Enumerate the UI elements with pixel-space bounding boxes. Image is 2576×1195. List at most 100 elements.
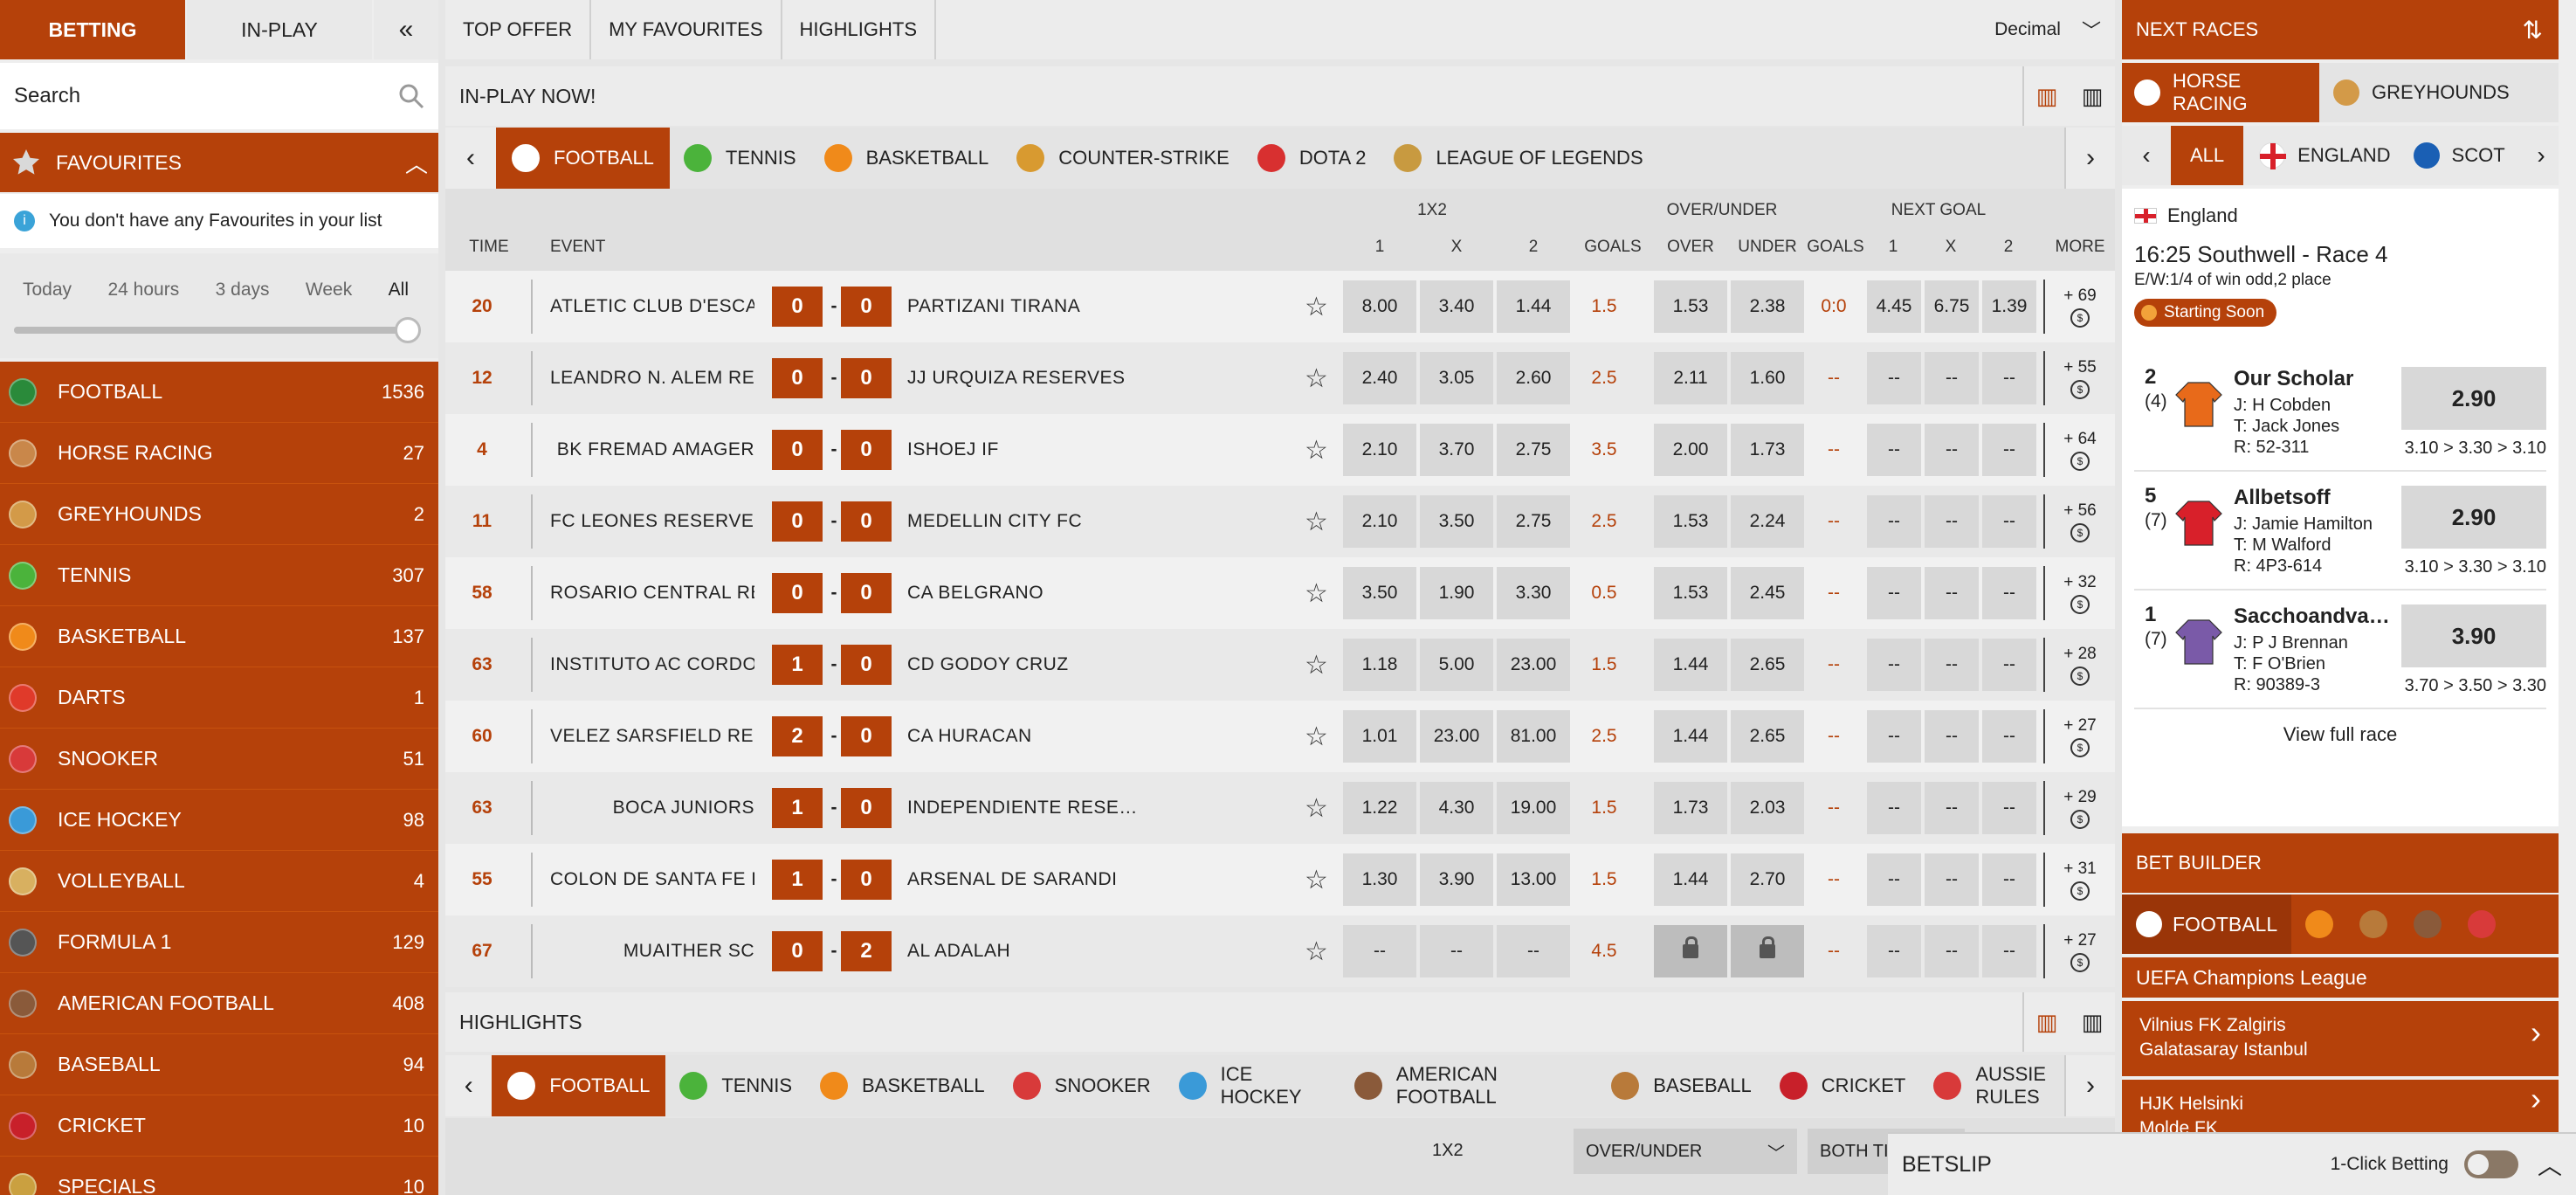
odds-button-under[interactable]: 2.45 <box>1731 567 1804 619</box>
runner-name[interactable]: Our Scholar <box>2234 367 2353 391</box>
sport-tab[interactable]: DOTA 2 <box>1243 128 1381 189</box>
one-click-toggle[interactable] <box>2463 1150 2518 1178</box>
time-slider[interactable] <box>14 317 421 343</box>
home-team[interactable]: ROSARIO CENTRAL RE… <box>550 583 754 604</box>
home-team[interactable]: FC LEONES RESERVES <box>550 511 754 532</box>
more-markets-button[interactable]: + 32 $ <box>2054 572 2106 614</box>
next-goal-odds-ngx[interactable]: -- <box>1925 782 1979 834</box>
home-team[interactable]: MUAITHER SC <box>550 941 754 962</box>
odds-button-over[interactable]: 1.44 <box>1654 639 1727 691</box>
runner-name[interactable]: Allbetsoff <box>2234 486 2331 510</box>
away-team[interactable]: ISHOEJ IF <box>907 439 1169 460</box>
more-markets-button[interactable]: + 55 $ <box>2054 357 2106 399</box>
odds-button-o1[interactable]: 1.18 <box>1343 639 1416 691</box>
sport-tab[interactable]: COUNTER-STRIKE <box>1002 128 1243 189</box>
betslip-bar[interactable]: BETSLIP 1-Click Betting ︿ <box>1888 1132 2576 1195</box>
tab-highlights[interactable]: HIGHLIGHTS <box>782 0 937 59</box>
odds-button-o2[interactable]: 23.00 <box>1497 639 1570 691</box>
sport-tab[interactable]: CRICKET <box>1766 1055 1920 1116</box>
sidebar-item-sport[interactable]: ICE HOCKEY 98 <box>0 790 438 851</box>
sport-tab[interactable]: BASKETBALL <box>810 128 1003 189</box>
away-team[interactable]: MEDELLIN CITY FC <box>907 511 1169 532</box>
time-filter-3[interactable]: Week <box>306 280 352 300</box>
odds-button-o2[interactable]: 1.44 <box>1497 280 1570 333</box>
sidebar-item-sport[interactable]: BASKETBALL 137 <box>0 606 438 667</box>
home-team[interactable]: COLON DE SANTA FE R… <box>550 869 754 890</box>
chevron-left-icon[interactable]: ‹ <box>2122 142 2171 169</box>
grid-view-icon[interactable]: ▥ <box>2082 1009 2104 1036</box>
favourite-star-icon[interactable]: ☆ <box>1305 936 1328 967</box>
list-view-icon[interactable]: ▥ <box>2036 1009 2058 1036</box>
view-full-race-link[interactable]: View full race <box>2122 723 2559 746</box>
runner-price-button[interactable]: 2.90 <box>2401 486 2546 549</box>
basketball-icon[interactable] <box>2305 910 2334 938</box>
odds-button-ox[interactable]: -- <box>1420 925 1493 977</box>
away-team[interactable]: ARSENAL DE SARANDI <box>907 869 1169 890</box>
home-team[interactable]: BOCA JUNIORS <box>550 798 754 819</box>
next-goal-odds-ng2[interactable]: -- <box>1982 639 2036 691</box>
sidebar-item-sport[interactable]: GREYHOUNDS 2 <box>0 484 438 545</box>
sidebar-item-sport[interactable]: SPECIALS 10 <box>0 1157 438 1195</box>
sidebar-item-sport[interactable]: BASEBALL 94 <box>0 1034 438 1095</box>
match-row[interactable]: 58 ROSARIO CENTRAL RE… 0-0 CA BELGRANO ☆ 3.50… <box>445 557 2115 629</box>
next-goal-odds-ng2[interactable]: -- <box>1982 424 2036 476</box>
odds-button-o1[interactable]: -- <box>1343 925 1416 977</box>
next-goal-odds-ng2[interactable]: -- <box>1982 495 2036 548</box>
more-markets-button[interactable]: + 27 $ <box>2054 715 2106 757</box>
sport-tab[interactable]: TENNIS <box>670 128 810 189</box>
next-goal-odds-ng2[interactable]: -- <box>1982 710 2036 763</box>
runner-name[interactable]: Sacchoandva… <box>2234 604 2390 629</box>
sport-tab[interactable]: TENNIS <box>665 1055 806 1116</box>
odds-button-o1[interactable]: 1.01 <box>1343 710 1416 763</box>
next-goal-odds-ng2[interactable]: -- <box>1982 925 2036 977</box>
bb-tab-football[interactable]: FOOTBALL <box>2122 895 2292 954</box>
match-row[interactable]: 67 MUAITHER SC 0-2 AL ADALAH ☆ -- -- -- 4.5 -- -- -… <box>445 915 2115 987</box>
next-goal-odds-ngx[interactable]: -- <box>1925 567 1979 619</box>
odds-button-ox[interactable]: 23.00 <box>1420 710 1493 763</box>
sport-tab[interactable]: FOOTBALL <box>492 1055 666 1116</box>
next-goal-odds-ngx[interactable]: -- <box>1925 710 1979 763</box>
home-team[interactable]: VELEZ SARSFIELD RES… <box>550 726 754 747</box>
chevron-up-icon[interactable]: ︿ <box>405 147 428 179</box>
sport-tab[interactable]: SNOOKER <box>999 1055 1165 1116</box>
odds-button-o2[interactable]: -- <box>1497 925 1570 977</box>
more-markets-button[interactable]: + 28 $ <box>2054 644 2106 686</box>
next-goal-odds-ng2[interactable]: 1.39 <box>1982 280 2036 333</box>
match-row[interactable]: 20 ATLETIC CLUB D'ESCA… 0-0 PARTIZANI TIRAN… <box>445 271 2115 342</box>
next-goal-odds-ngx[interactable]: -- <box>1925 352 1979 404</box>
away-team[interactable]: CA BELGRANO <box>907 583 1169 604</box>
sidebar-item-sport[interactable]: FORMULA 1 129 <box>0 912 438 973</box>
next-goal-odds-ng1[interactable]: -- <box>1867 925 1921 977</box>
chevron-left-icon[interactable]: ‹ <box>445 128 496 189</box>
match-row[interactable]: 12 LEANDRO N. ALEM RE… 0-0 JJ URQUIZA RESER… <box>445 342 2115 414</box>
odds-button-over[interactable]: 1.44 <box>1654 853 1727 906</box>
favourite-star-icon[interactable]: ☆ <box>1305 363 1328 394</box>
sidebar-item-sport[interactable]: VOLLEYBALL 4 <box>0 851 438 912</box>
chevron-right-icon[interactable]: › <box>2064 128 2115 189</box>
next-goal-odds-ng1[interactable]: -- <box>1867 782 1921 834</box>
odds-button-o2[interactable]: 2.75 <box>1497 424 1570 476</box>
odds-button-under[interactable]: 1.73 <box>1731 424 1804 476</box>
sidebar-item-sport[interactable]: FOOTBALL 1536 <box>0 362 438 423</box>
odds-button-ox[interactable]: 3.70 <box>1420 424 1493 476</box>
sidebar-item-sport[interactable]: TENNIS 307 <box>0 545 438 606</box>
odds-button-o1[interactable]: 3.50 <box>1343 567 1416 619</box>
next-goal-odds-ng2[interactable]: -- <box>1982 567 2036 619</box>
runner-price-button[interactable]: 2.90 <box>2401 367 2546 430</box>
sidebar-item-sport[interactable]: SNOOKER 51 <box>0 729 438 790</box>
next-goal-odds-ngx[interactable]: -- <box>1925 424 1979 476</box>
race-title[interactable]: 16:25 Southwell - Race 4 <box>2134 241 2388 268</box>
match-row[interactable]: 60 VELEZ SARSFIELD RES… 2-0 CA HURACAN ☆ 1.01… <box>445 701 2115 772</box>
next-goal-odds-ngx[interactable]: 6.75 <box>1925 280 1979 333</box>
tab-in-play[interactable]: IN-PLAY <box>187 0 372 59</box>
more-markets-button[interactable]: + 64 $ <box>2054 429 2106 471</box>
match-row[interactable]: 4 BK FREMAD AMAGER 0-0 ISHOEJ IF ☆ 2.10 3.70 2.… <box>445 414 2115 486</box>
time-slider-handle[interactable] <box>395 317 421 343</box>
odds-button-o2[interactable]: 81.00 <box>1497 710 1570 763</box>
more-markets-button[interactable]: + 56 $ <box>2054 501 2106 542</box>
more-markets-button[interactable]: + 27 $ <box>2054 930 2106 972</box>
region-tab-scotland[interactable]: SCOT <box>2407 126 2512 185</box>
match-row[interactable]: 63 BOCA JUNIORS 1-0 INDEPENDIENTE RESE… ☆ 1.2… <box>445 772 2115 844</box>
tab-my-favourites[interactable]: MY FAVOURITES <box>591 0 782 59</box>
sport-tab[interactable]: FOOTBALL <box>496 128 670 189</box>
